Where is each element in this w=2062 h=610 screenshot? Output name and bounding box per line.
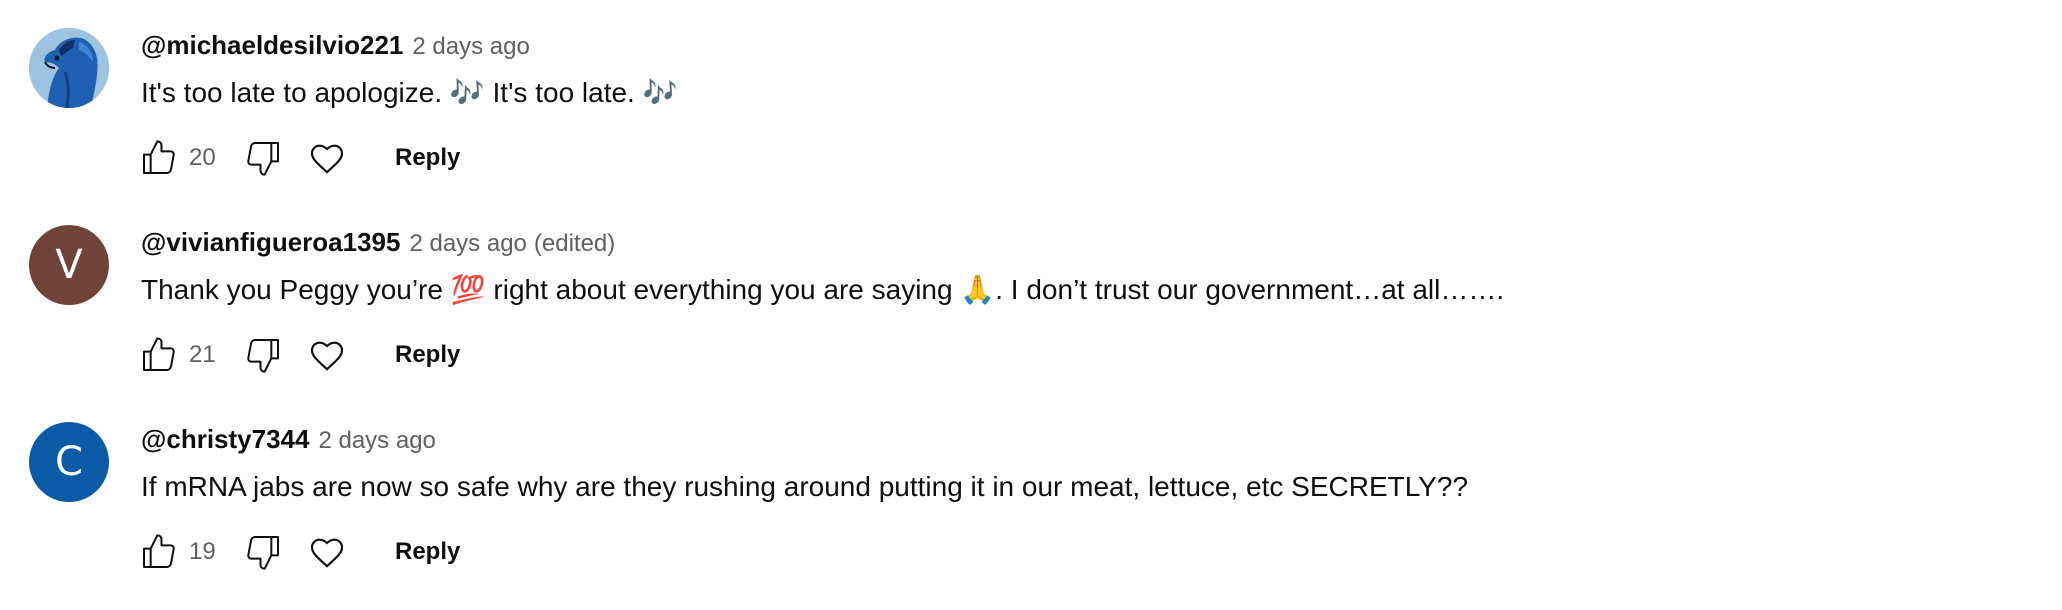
comments-section: @michaeldesilvio221 2 days ago It's too … <box>0 0 2062 610</box>
avatar-letter: V <box>55 242 83 288</box>
thumbs-down-icon <box>247 536 279 570</box>
comment-text-segment: It's too late. <box>484 77 643 108</box>
avatar[interactable] <box>29 28 109 108</box>
comment-text-segment: It's too late to apologize. <box>141 77 450 108</box>
comment-text-segment: . I don’t trust our government…at all……. <box>995 274 1505 305</box>
comment-text-segment: right about everything you are saying <box>485 274 961 305</box>
dislike-button[interactable] <box>241 136 285 180</box>
comment-header: @vivianfigueroa1395 2 days ago (edited) <box>141 227 615 263</box>
reply-button[interactable]: Reply <box>395 341 460 369</box>
comment-edited-label: (edited) <box>533 230 616 257</box>
reply-button[interactable]: Reply <box>395 538 460 566</box>
comment-action-toolbar: 21 Reply <box>137 333 460 377</box>
like-count: 21 <box>189 341 216 368</box>
folded-hands-emoji: 🙏 <box>960 273 996 306</box>
thumbs-down-icon <box>247 142 279 176</box>
like-button[interactable] <box>137 333 181 377</box>
heart-button[interactable] <box>305 530 349 574</box>
comment-author[interactable]: @michaeldesilvio221 <box>141 30 403 61</box>
music-notes-emoji: 🎶 <box>642 76 678 109</box>
like-count: 20 <box>189 144 216 171</box>
comment-timestamp[interactable]: 2 days ago <box>412 33 529 61</box>
comment-text: It's too late to apologize. 🎶 It's too l… <box>141 73 678 113</box>
comment-item: V @vivianfigueroa1395 2 days ago (edited… <box>0 197 2062 387</box>
comment-text: Thank you Peggy you’re 💯 right about eve… <box>141 270 1504 310</box>
heart-icon <box>310 144 344 174</box>
comment-author[interactable]: @christy7344 <box>141 424 309 455</box>
comment-text-segment: Thank you Peggy you’re <box>141 274 451 305</box>
blue-horse-icon <box>29 28 109 108</box>
comment-text: If mRNA jabs are now so safe why are the… <box>141 467 1468 507</box>
avatar-letter: C <box>55 439 83 485</box>
like-count: 19 <box>189 538 216 565</box>
like-button[interactable] <box>137 136 181 180</box>
heart-button[interactable] <box>305 333 349 377</box>
thumbs-up-icon <box>143 140 175 174</box>
heart-button[interactable] <box>305 136 349 180</box>
avatar[interactable]: C <box>29 422 109 502</box>
thumbs-up-icon <box>143 534 175 568</box>
comment-header: @christy7344 2 days ago <box>141 424 443 460</box>
comment-timestamp[interactable]: 2 days ago <box>409 230 526 258</box>
comment-timestamp[interactable]: 2 days ago <box>318 427 435 455</box>
comment-author[interactable]: @vivianfigueroa1395 <box>141 227 400 258</box>
music-notes-emoji: 🎶 <box>449 76 485 109</box>
comment-header: @michaeldesilvio221 2 days ago <box>141 30 537 66</box>
heart-icon <box>310 341 344 371</box>
like-button[interactable] <box>137 530 181 574</box>
thumbs-down-icon <box>247 339 279 373</box>
hundred-points-emoji: 💯 <box>450 273 486 306</box>
dislike-button[interactable] <box>241 530 285 574</box>
comment-item: C @christy7344 2 days ago If mRNA jabs a… <box>0 394 2062 584</box>
thumbs-up-icon <box>143 337 175 371</box>
comment-text-segment: If mRNA jabs are now so safe why are the… <box>141 471 1469 502</box>
comment-action-toolbar: 20 Reply <box>137 136 460 180</box>
comment-item: @michaeldesilvio221 2 days ago It's too … <box>0 0 2062 190</box>
heart-icon <box>310 538 344 568</box>
reply-button[interactable]: Reply <box>395 144 460 172</box>
comment-action-toolbar: 19 Reply <box>137 530 460 574</box>
avatar[interactable]: V <box>29 225 109 305</box>
dislike-button[interactable] <box>241 333 285 377</box>
